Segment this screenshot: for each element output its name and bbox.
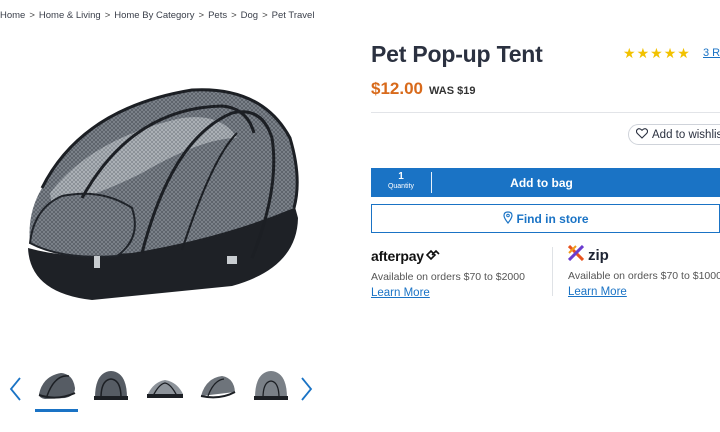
quantity-value: 1 bbox=[398, 171, 404, 182]
star-icon: ★ bbox=[663, 45, 677, 61]
breadcrumb-home[interactable]: Home bbox=[0, 10, 25, 21]
current-price: $12.00 bbox=[371, 79, 423, 98]
reviews-link[interactable]: 3 R bbox=[703, 47, 720, 59]
quantity-label: Quantity bbox=[387, 183, 415, 190]
payment-divider bbox=[552, 247, 553, 296]
thumbnail-strip bbox=[0, 366, 330, 414]
breadcrumb-home-by-category[interactable]: Home By Category bbox=[114, 10, 194, 21]
afterpay-logo-icon bbox=[425, 248, 440, 264]
thumbnail-1[interactable] bbox=[37, 368, 77, 404]
breadcrumb: Home > Home & Living > Home By Category > P… bbox=[0, 8, 314, 22]
chevron-left-icon[interactable] bbox=[6, 376, 26, 402]
breadcrumb-separator: > bbox=[104, 9, 111, 21]
breadcrumb-dog[interactable]: Dog bbox=[241, 10, 258, 21]
thumbnail-4[interactable] bbox=[198, 368, 238, 404]
quantity-selector[interactable]: 1 Quantity bbox=[371, 168, 431, 197]
star-icon: ★ bbox=[623, 45, 636, 61]
breadcrumb-separator: > bbox=[198, 9, 205, 21]
add-to-bag-button[interactable]: Add to bag bbox=[433, 168, 720, 197]
breadcrumb-pet-travel[interactable]: Pet Travel bbox=[272, 10, 315, 21]
afterpay-logo: afterpay bbox=[371, 247, 525, 265]
breadcrumb-separator: > bbox=[231, 9, 237, 21]
thumbnail-5[interactable] bbox=[251, 368, 291, 404]
zip-text: Available on orders $70 to $1000 bbox=[568, 270, 720, 282]
breadcrumb-pets[interactable]: Pets bbox=[208, 10, 227, 21]
price-row: $12.00 WAS $19 bbox=[371, 79, 475, 99]
heart-icon bbox=[635, 127, 649, 142]
was-price: WAS $19 bbox=[429, 85, 476, 97]
afterpay-logo-text: afterpay bbox=[371, 248, 424, 264]
zip-logo: zip bbox=[567, 244, 720, 265]
afterpay-learn-more-link[interactable]: Learn More bbox=[371, 287, 430, 299]
product-main-image[interactable] bbox=[22, 78, 312, 308]
product-title: Pet Pop-up Tent bbox=[371, 41, 543, 67]
wishlist-label: Add to wishlis bbox=[652, 128, 720, 141]
afterpay-text: Available on orders $70 to $2000 bbox=[371, 271, 525, 283]
star-icon: ★ bbox=[636, 45, 650, 61]
star-icon: ★ bbox=[650, 45, 663, 61]
zip-logo-icon bbox=[567, 244, 585, 265]
find-in-store-label: Find in store bbox=[516, 211, 589, 226]
star-icon: ★ bbox=[677, 45, 690, 61]
zip-learn-more-link[interactable]: Learn More bbox=[568, 286, 627, 298]
thumbnail-selected-indicator bbox=[35, 409, 78, 412]
chevron-right-icon[interactable] bbox=[296, 376, 316, 402]
breadcrumb-separator: > bbox=[262, 9, 268, 21]
find-in-store-button[interactable]: Find in store bbox=[371, 204, 720, 233]
afterpay-block: afterpay Available on orders $70 to $200… bbox=[371, 247, 525, 299]
zip-logo-text: zip bbox=[588, 246, 609, 264]
breadcrumb-separator: > bbox=[29, 9, 35, 21]
rating-stars[interactable]: ★ ★ ★ ★ ★ bbox=[623, 45, 690, 61]
breadcrumb-home-living[interactable]: Home & Living bbox=[39, 10, 101, 21]
quantity-separator bbox=[431, 172, 432, 193]
add-to-bag-bar: 1 Quantity Add to bag bbox=[371, 168, 720, 197]
thumbnail-2[interactable] bbox=[91, 368, 131, 404]
map-pin-icon bbox=[502, 210, 513, 227]
thumbnail-3[interactable] bbox=[145, 368, 185, 404]
add-to-wishlist-button[interactable]: Add to wishlis bbox=[628, 124, 720, 145]
divider bbox=[371, 112, 720, 113]
zip-block: zip Available on orders $70 to $1000 Lea… bbox=[567, 244, 720, 298]
